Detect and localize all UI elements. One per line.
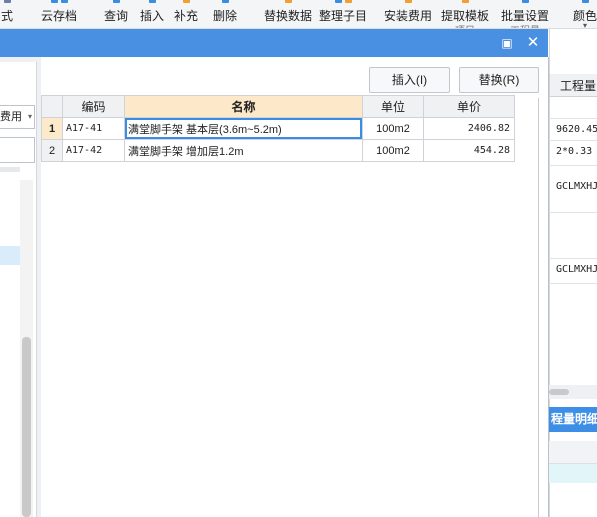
price-column-header[interactable]: 单价 <box>423 95 515 118</box>
table-header-row: 编码 名称 单位 单价 <box>41 95 515 118</box>
quota-price-cell[interactable]: 454.28 <box>423 139 515 162</box>
detail-selected-row[interactable] <box>549 464 597 483</box>
quota-unit-cell[interactable]: 100m2 <box>362 139 424 162</box>
template-icon <box>439 0 491 3</box>
toolbar-cloud-save-button[interactable]: 云存档 <box>38 0 80 28</box>
quota-table: 编码 名称 单位 单价 1 A17-41 满堂脚手架 基本层(3.6m~5.2m… <box>41 95 515 162</box>
quota-unit-cell[interactable]: 100m2 <box>362 117 424 140</box>
row-divider <box>549 212 597 213</box>
quantity-cell[interactable]: 9620.45 <box>556 124 597 135</box>
right-horizontal-scrollbar[interactable] <box>549 385 597 399</box>
toolbar-extract-template-button[interactable]: 提取模板 项目 <box>439 0 491 28</box>
quota-select-dialog: 插入(I) 替换(R) 编码 名称 单位 单价 1 A17-41 满堂脚手架 基… <box>41 57 549 517</box>
chevron-down-icon: ▾ <box>27 112 32 121</box>
quantity-detail-tab[interactable]: 程量明细 <box>549 407 597 432</box>
row-number: 2 <box>41 139 63 162</box>
toolbar-supplement-button[interactable]: 补充 <box>172 0 200 28</box>
quota-code-cell[interactable]: A17-41 <box>62 117 125 140</box>
toolbar-color-button[interactable]: 颜色 ▾ <box>570 0 597 30</box>
left-tree-selected-item[interactable] <box>0 246 20 265</box>
row-divider <box>549 283 597 284</box>
left-scrollbar-thumb[interactable] <box>22 337 31 517</box>
quantity-cell[interactable]: GCLMXHJ <box>556 264 597 275</box>
dialog-title-bar[interactable]: ▣ ✕ <box>0 29 548 57</box>
toolbar-delete-button[interactable]: 删除 <box>211 0 239 28</box>
row-number-header <box>41 95 63 118</box>
row-divider <box>549 165 597 166</box>
replace-data-icon <box>262 0 314 3</box>
ribbon-toolbar: 式 云存档 查询 插入 补充 删除 替换数据 整理子目 安装费用 提取模板 项目… <box>0 0 597 30</box>
toolbar-batch-settings-button[interactable]: 批量设置 工程量 <box>498 0 552 28</box>
install-fee-icon <box>382 0 434 3</box>
row-divider <box>549 140 597 141</box>
left-search-input[interactable] <box>0 137 35 163</box>
organize-icon <box>317 0 369 3</box>
toolbar-replace-data-button[interactable]: 替换数据 <box>262 0 314 28</box>
left-panel-header-strip <box>0 167 20 172</box>
toolbar-query-button[interactable]: 查询 <box>102 0 130 28</box>
detail-header-row <box>549 441 597 464</box>
search-icon <box>102 0 130 3</box>
row-divider <box>549 118 597 119</box>
quantity-cell[interactable]: 2*0.33 <box>556 146 592 157</box>
toolbar-formula-button[interactable]: 式 <box>0 0 15 28</box>
quota-name-cell[interactable]: 满堂脚手架 增加层1.2m <box>124 139 363 162</box>
toolbar-install-fee-button[interactable]: 安装费用 <box>382 0 434 28</box>
batch-settings-icon <box>498 0 552 3</box>
code-column-header[interactable]: 编码 <box>62 95 125 118</box>
supplement-icon <box>172 0 200 3</box>
close-icon: ✕ <box>526 34 540 51</box>
table-row[interactable]: 1 A17-41 满堂脚手架 基本层(3.6m~5.2m) 100m2 2406… <box>41 117 515 140</box>
insert-icon <box>138 0 166 3</box>
toolbar-insert-button[interactable]: 插入 <box>138 0 166 28</box>
dialog-right-divider <box>538 98 539 517</box>
row-divider <box>549 258 597 259</box>
unit-column-header[interactable]: 单位 <box>362 95 424 118</box>
toolbar-organize-items-button[interactable]: 整理子目 <box>317 0 369 28</box>
insert-button[interactable]: 插入(I) <box>369 67 450 93</box>
maximize-icon: ▣ <box>501 36 513 50</box>
color-palette-icon <box>570 0 597 3</box>
close-button[interactable]: ✕ <box>524 29 542 57</box>
cloud-icon <box>38 0 80 3</box>
fee-type-dropdown[interactable]: 费用 ▾ <box>0 105 35 129</box>
replace-button[interactable]: 替换(R) <box>459 67 539 93</box>
quota-price-cell[interactable]: 2406.82 <box>423 117 515 140</box>
name-column-header[interactable]: 名称 <box>124 95 363 118</box>
quota-name-cell[interactable]: 满堂脚手架 基本层(3.6m~5.2m) <box>124 117 363 140</box>
quantity-cell[interactable]: GCLMXHJ <box>556 181 597 192</box>
formula-icon <box>0 0 15 3</box>
scrollbar-thumb[interactable] <box>549 389 569 395</box>
quantity-column-header: 工程量 <box>549 74 597 97</box>
delete-icon <box>211 0 239 3</box>
quota-code-cell[interactable]: A17-42 <box>62 139 125 162</box>
table-row[interactable]: 2 A17-42 满堂脚手架 增加层1.2m 100m2 454.28 <box>41 139 515 162</box>
row-number: 1 <box>41 117 63 140</box>
maximize-button[interactable]: ▣ <box>499 29 515 57</box>
